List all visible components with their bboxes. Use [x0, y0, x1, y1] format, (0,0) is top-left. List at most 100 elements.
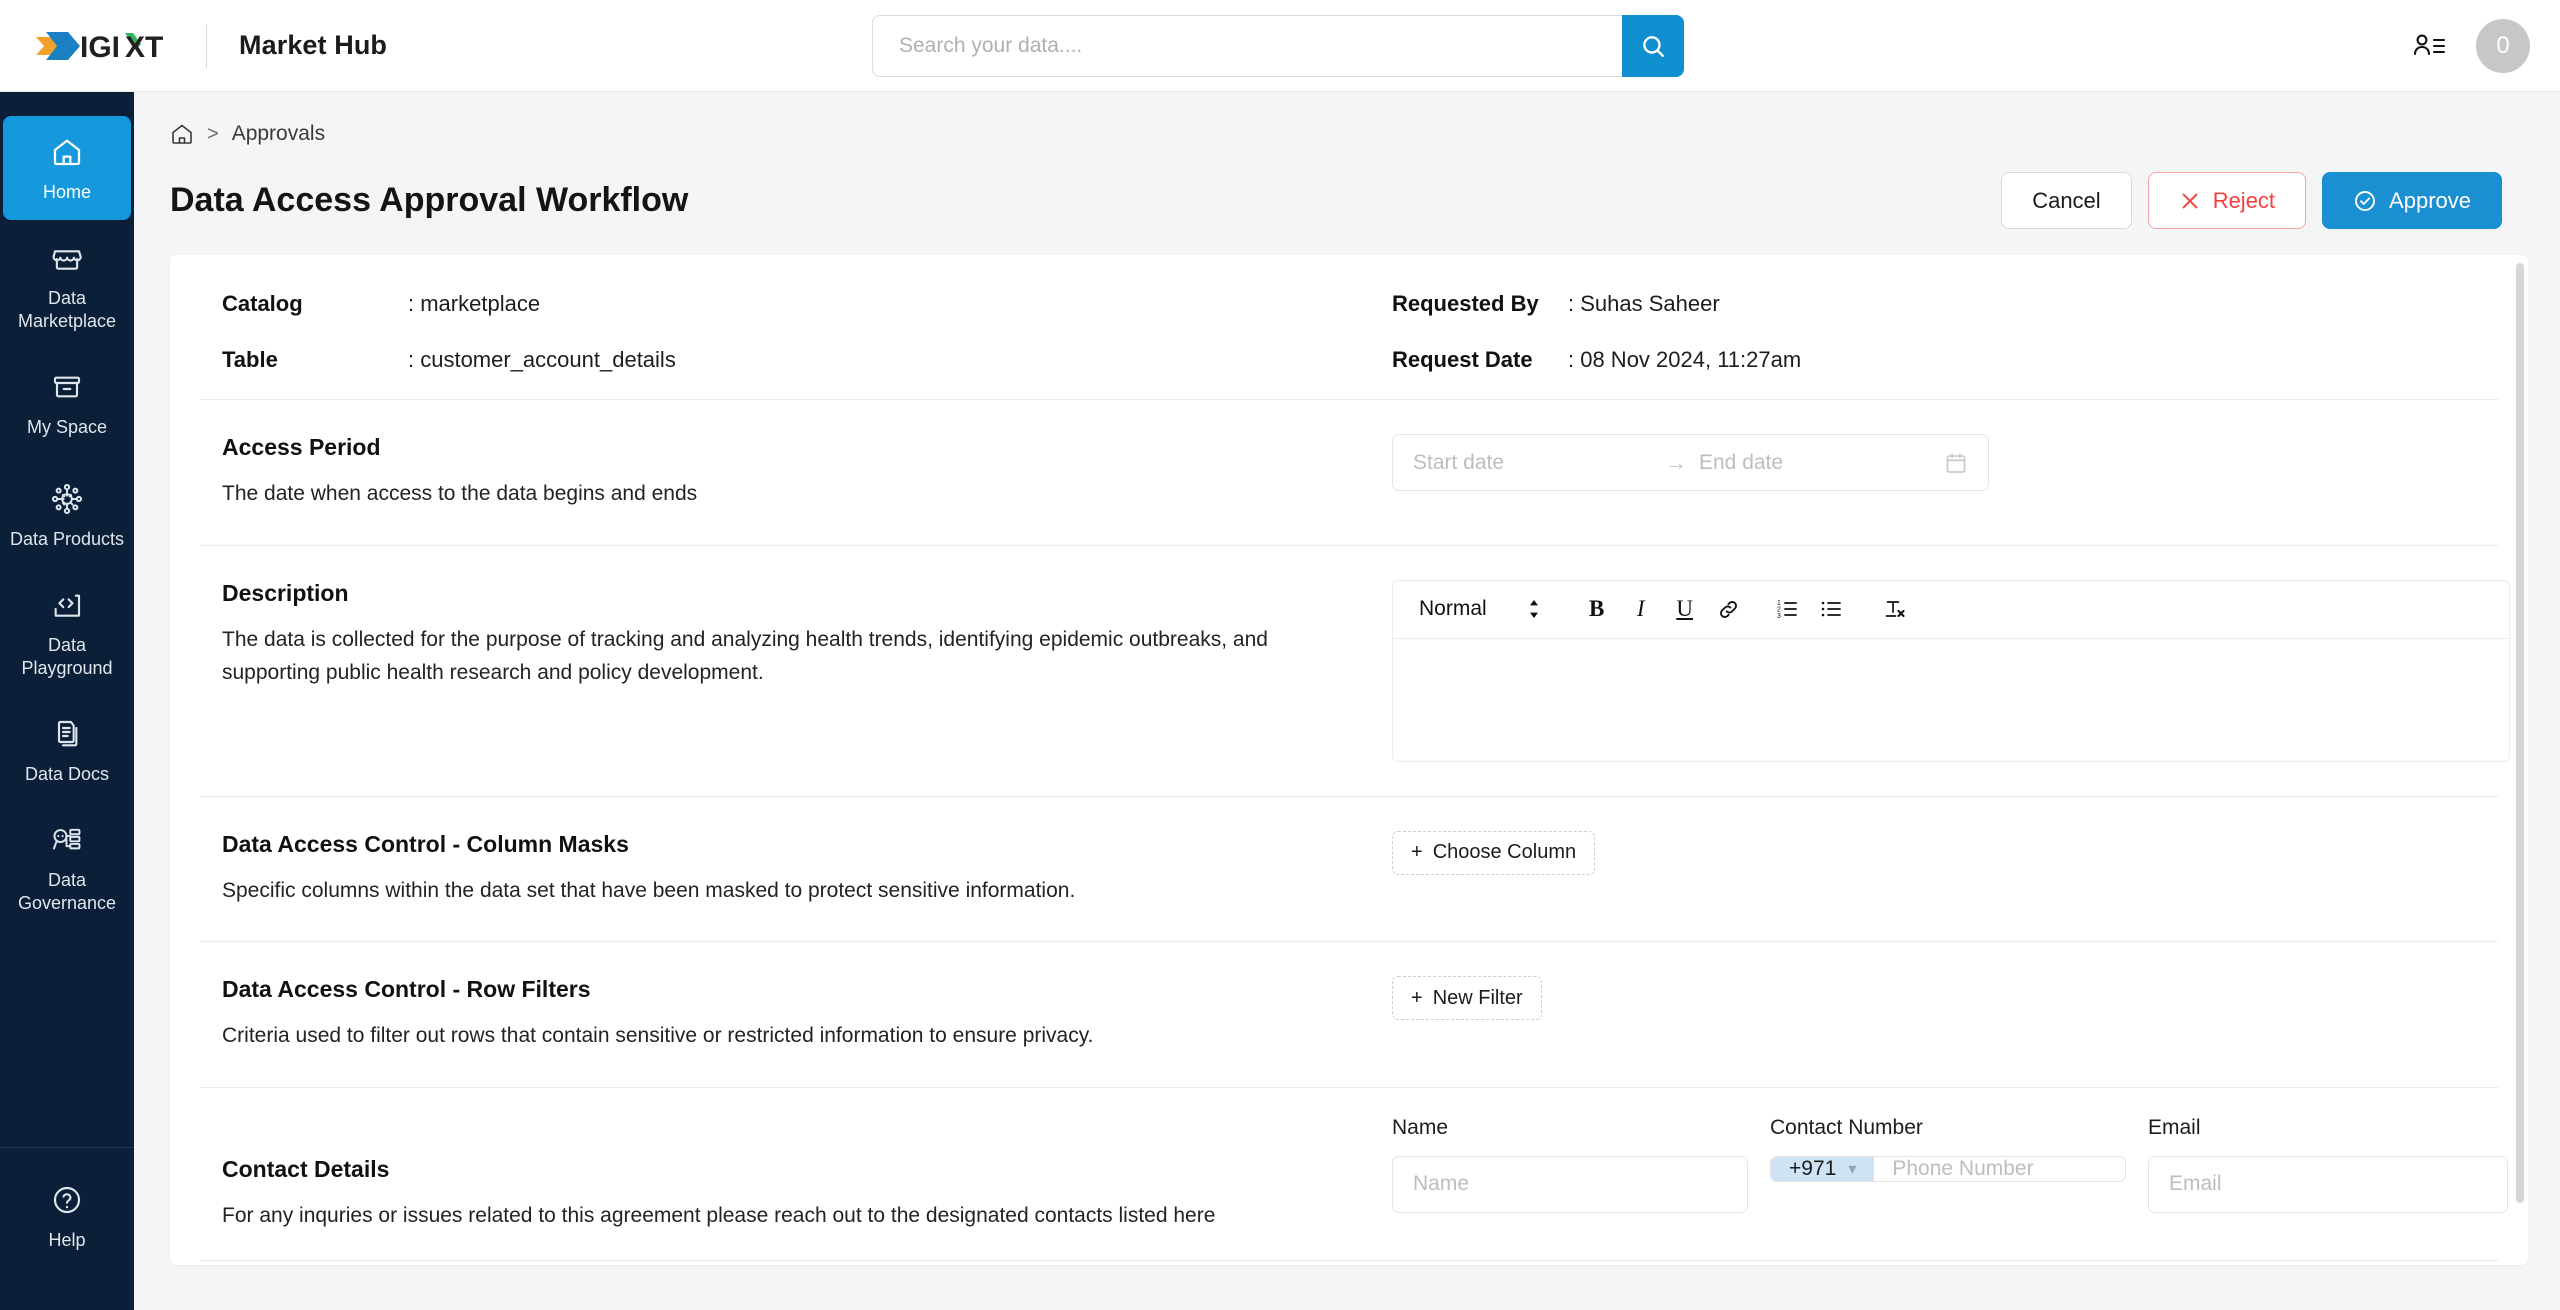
breadcrumb-current[interactable]: Approvals [232, 122, 325, 146]
ordered-list-icon: 1 2 3 [1777, 600, 1797, 620]
question-circle-icon [51, 1180, 83, 1220]
clear-formatting-button[interactable] [1873, 587, 1917, 631]
search-button[interactable] [1622, 15, 1684, 77]
section-contact-details: Contact Details For any inquries or issu… [200, 1088, 2508, 1261]
section-title: Data Access Control - Row Filters [222, 976, 591, 1003]
new-filter-button[interactable]: + New Filter [1392, 976, 1542, 1021]
row-filters-text: Data Access Control - Row Filters Criter… [222, 976, 1392, 1053]
section-column-masks: Data Access Control - Column Masks Speci… [200, 797, 2498, 942]
approve-button[interactable]: Approve [2322, 172, 2502, 229]
range-arrow-icon: → [1665, 449, 1687, 475]
clear-formatting-icon [1885, 601, 1905, 618]
main-content: > Approvals Data Access Approval Workflo… [134, 92, 2560, 1310]
sidebar-nav: Home Data Marketplace My Space Data Prod… [0, 92, 134, 933]
sidebar-item-label: Data Docs [24, 764, 110, 785]
underline-button[interactable]: U [1663, 587, 1707, 631]
general-terms-wrapper: General Terms [200, 1261, 2498, 1265]
column-masks-control: + Choose Column [1392, 830, 2498, 875]
approve-button-label: Approve [2389, 187, 2471, 213]
card-scrollbar[interactable] [2516, 263, 2524, 1257]
calendar-icon[interactable] [1944, 451, 1968, 475]
magnifier-records-icon [50, 820, 84, 860]
access-period-text: Access Period The date when access to th… [222, 434, 1392, 511]
sidebar-item-data-products[interactable]: Data Products [3, 463, 131, 567]
country-code-select[interactable]: +971 ▾ [1771, 1156, 1875, 1181]
country-code-value: +971 [1789, 1156, 1837, 1180]
metadata-row-requested-by: Requested By : Suhas Saheer [1392, 291, 2498, 317]
breadcrumb-separator: > [207, 122, 219, 145]
metadata-key: Catalog [222, 291, 303, 316]
section-title: Data Access Control - Column Masks [222, 830, 629, 857]
ordered-list-button[interactable]: 1 2 3 [1765, 587, 1809, 631]
phone-input-wrapper: +971 ▾ [1770, 1155, 2126, 1182]
metadata-key: Request Date [1392, 347, 1533, 372]
phone-number-input[interactable] [1874, 1156, 2125, 1181]
choose-column-button[interactable]: + Choose Column [1392, 830, 1596, 875]
name-field-group: Name [1392, 1116, 1748, 1213]
sidebar-item-data-governance[interactable]: Data Governance [3, 810, 131, 925]
metadata-value: : marketplace [408, 291, 541, 316]
scrollbar-thumb[interactable] [2516, 263, 2524, 1203]
bold-button[interactable]: B [1575, 587, 1619, 631]
brand-divider [206, 23, 207, 68]
sidebar-item-home[interactable]: Home [3, 116, 131, 220]
sidebar-item-label: Home [42, 181, 91, 202]
chevron-down-icon: ▾ [1848, 1160, 1857, 1178]
search-input[interactable] [872, 15, 1622, 77]
column-masks-text: Data Access Control - Column Masks Speci… [222, 831, 1392, 908]
reject-button[interactable]: Reject [2147, 172, 2307, 229]
description-text: Description The data is collected for th… [222, 580, 1392, 690]
breadcrumb: > Approvals [170, 122, 2528, 146]
metadata-right-column: Requested By : Suhas Saheer Request Date… [1392, 291, 2498, 373]
cancel-button[interactable]: Cancel [2001, 172, 2132, 229]
new-filter-label: New Filter [1432, 986, 1523, 1009]
storefront-icon [51, 238, 83, 278]
bullet-list-button[interactable] [1809, 587, 1853, 631]
email-input[interactable] [2148, 1155, 2508, 1213]
metadata-key: Table [222, 347, 278, 372]
link-button[interactable] [1707, 587, 1751, 631]
section-access-period: Access Period The date when access to th… [200, 400, 2498, 545]
sidebar-item-data-docs[interactable]: Data Docs [3, 698, 131, 802]
documents-icon [51, 714, 83, 754]
page-header: Data Access Approval Workflow Cancel Rej… [170, 172, 2528, 229]
metadata-value: : customer_account_details [408, 347, 676, 372]
format-dropdown[interactable]: Normal [1411, 597, 1541, 621]
sidebar-item-data-marketplace[interactable]: Data Marketplace [3, 228, 131, 343]
section-description: Criteria used to filter out rows that co… [222, 1024, 1094, 1048]
sidebar-item-my-space[interactable]: My Space [3, 351, 131, 455]
italic-button[interactable]: I [1619, 587, 1663, 631]
name-input[interactable] [1392, 1155, 1748, 1213]
network-node-icon [50, 479, 84, 519]
search-icon [1643, 36, 1664, 57]
sidebar-item-label: Data Playground [21, 635, 113, 679]
editor-content-area[interactable] [1393, 639, 2509, 761]
sidebar-item-data-playground[interactable]: Data Playground [3, 575, 131, 690]
app-logo[interactable]: IGI XT [30, 25, 180, 67]
avatar[interactable]: 0 [2476, 19, 2530, 73]
svg-text:XT: XT [125, 31, 163, 64]
start-date-placeholder[interactable]: Start date [1413, 451, 1653, 475]
user-list-icon[interactable] [2412, 32, 2446, 60]
date-range-picker[interactable]: Start date → End date [1392, 434, 1989, 491]
contact-fields: Name Contact Number +971 ▾ [1392, 1116, 2508, 1213]
section-title: Access Period [222, 434, 381, 460]
sidebar-item-label: Help [48, 1229, 86, 1250]
sidebar-item-help[interactable]: Help [3, 1170, 131, 1262]
end-date-placeholder[interactable]: End date [1699, 451, 1944, 475]
metadata-key: Requested By [1392, 291, 1539, 316]
metadata-row-request-date: Request Date : 08 Nov 2024, 11:27am [1392, 347, 2498, 373]
metadata-row-catalog: Catalog : marketplace [222, 291, 1392, 317]
breadcrumb-home-icon[interactable] [170, 122, 194, 146]
reject-button-label: Reject [2212, 187, 2276, 213]
archive-box-icon [51, 367, 83, 407]
rich-text-editor: Normal B I U 1 2 3 [1392, 579, 2510, 762]
sidebar-item-label: Data Governance [17, 870, 117, 914]
digixt-logo-icon: IGI XT [36, 31, 163, 64]
home-icon [51, 132, 83, 172]
sidebar-item-label: Data Products [9, 529, 125, 550]
contact-details-text: Contact Details For any inquries or issu… [222, 1116, 1392, 1233]
email-label: Email [2148, 1115, 2201, 1139]
app-title: Market Hub [239, 30, 388, 60]
editor-toolbar: Normal B I U 1 2 3 [1393, 581, 2509, 639]
